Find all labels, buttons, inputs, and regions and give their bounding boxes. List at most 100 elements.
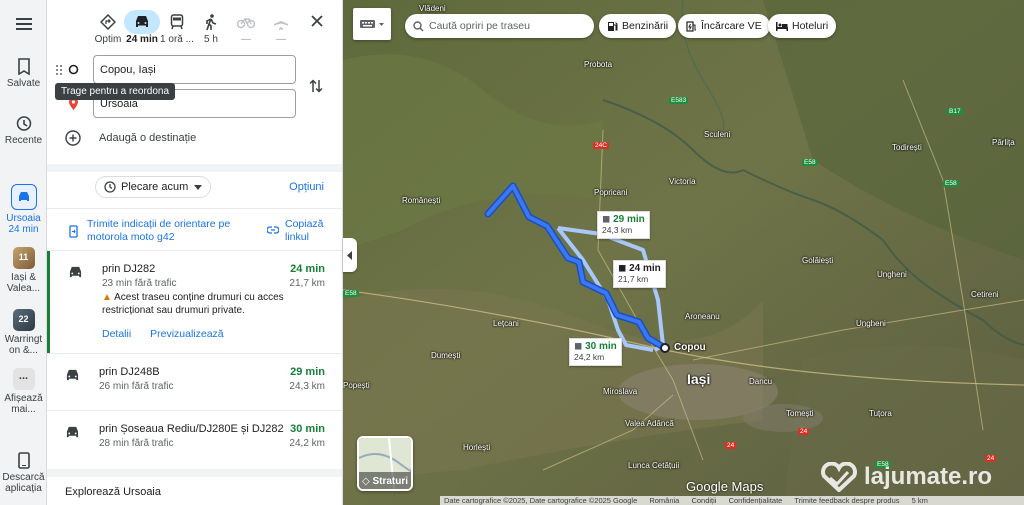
route-option-1[interactable]: prin DJ282 23 min fără trafic 24 min 21,… [47,251,342,353]
input-tools-button[interactable] [353,8,391,40]
send-to-phone-link[interactable]: Trimite indicații de orientare pe motoro… [87,218,230,244]
route-no-traffic: 23 min fără trafic [102,278,177,289]
divider [47,164,342,172]
copy-link-button[interactable]: Copiază linkul [285,218,324,244]
depart-time-dropdown[interactable]: Plecare acum [95,176,212,198]
city-map-label[interactable]: Iași [687,371,710,387]
chip-hotels[interactable]: Hoteluri [768,14,837,38]
footer-feedback-link[interactable]: Trimite feedback despre produs [794,496,899,505]
mode-transit[interactable]: 1 oră ... [159,10,195,45]
place-label: Sculeni [704,130,731,139]
rail-more-button[interactable]: ... Afișează mai... [0,368,47,415]
collapse-panel-button[interactable] [343,238,357,272]
mode-label: — [276,34,286,45]
more-line1: Afișează [4,393,43,404]
route-callout-1[interactable]: ◼ 24 min 21,7 km [613,260,666,288]
car-icon: ◼ [618,263,627,274]
road-shield: 24 [725,442,737,449]
phone-icon [17,452,30,469]
rail-recent-place-2[interactable]: 22 Warringt on &... [0,309,47,356]
road-shield: E583 [669,97,689,104]
place-label: Lețcani [493,319,519,328]
rail-directions-item[interactable]: Ursoaia 24 min [0,184,47,235]
flight-icon [274,15,288,30]
watermark-heart-icon [821,462,857,492]
copy-line1: Copiază [285,218,324,230]
rail-recent-place-1[interactable]: 11 Iași & Valea... [0,247,47,294]
chip-gas-stations[interactable]: Benzinării [599,14,677,38]
recent-button[interactable]: Recente [0,115,47,146]
clock-icon [104,181,116,193]
mode-best[interactable]: Optim [90,10,126,45]
route-no-traffic: 28 min fără trafic [99,438,174,449]
road-shield: E58 [943,180,959,187]
place-badge: 11 [18,252,29,262]
mode-bike[interactable]: — [228,10,264,45]
menu-button[interactable] [0,17,47,34]
callout-time: 24 min [629,263,661,274]
chevron-left-icon [347,250,352,260]
search-along-route[interactable]: Caută opriri pe traseu [405,14,594,38]
road-shield: E58 [343,290,359,297]
recent1-line1: Iași & [10,272,36,283]
road-shield: 24 [985,455,997,462]
swap-icon[interactable] [309,78,323,94]
preview-link[interactable]: Previzualizează [150,328,224,340]
drag-handle-icon[interactable] [55,64,63,76]
place-label: Popricani [594,188,628,197]
map-canvas[interactable]: Vlădeni Probota Sculeni Todirești Pârliț… [343,0,1024,505]
layers-button[interactable]: ◇ Straturi [357,436,413,491]
origin-circle-icon [68,64,79,75]
chip-label: Încărcare VE [701,20,762,32]
bike-icon [237,18,255,29]
saved-button[interactable]: Salvate [0,58,47,89]
recent1-line2: Valea... [6,283,41,294]
origin-input[interactable]: Copou, Iași [93,55,296,84]
layers-label-row: ◇ Straturi [359,476,411,487]
route-option-2[interactable]: prin DJ248B 26 min fără trafic 29 min 24… [47,354,342,410]
download-app-button[interactable]: Descarcă aplicația [0,452,47,494]
close-icon [311,15,323,27]
history-icon [16,116,32,131]
warning-line2: restricționat sau drumuri private. [102,305,245,316]
place-thumbnail: 22 [12,309,35,331]
link-icon [267,226,279,234]
footer-country-link[interactable]: România [649,496,679,505]
bookmark-icon [17,58,30,75]
recent-label: Recente [4,135,43,146]
footer-terms-link[interactable]: Condiții [691,496,716,505]
travel-modes: Optim 24 min 1 oră ... 5 h — — [47,10,342,50]
mode-flight[interactable]: — [263,10,299,45]
mode-label: 1 oră ... [160,34,194,45]
route-option-3[interactable]: prin Șoseaua Rediu/DJ280E și DJ282 28 mi… [47,411,342,467]
options-link[interactable]: Opțiuni [289,181,324,193]
ev-charging-icon [686,20,696,32]
divider [47,469,342,477]
car-icon: ◼ [574,341,583,352]
mode-label: Optim [94,34,122,45]
best-route-icon [100,14,116,30]
route-name: prin Șoseaua Rediu/DJ280E și DJ282 [99,423,284,435]
place-label: Miroslava [603,387,638,396]
origin-map-label[interactable]: Copou [674,342,706,353]
route-callout-2[interactable]: ◼ 29 min 24,3 km [597,211,650,239]
details-link[interactable]: Detalii [102,328,131,340]
mode-walk[interactable]: 5 h [193,10,229,45]
chip-ev-charging[interactable]: Încărcare VE [678,14,770,38]
footer-privacy-link[interactable]: Confidențialitate [729,496,783,505]
route-callout-3[interactable]: ◼ 30 min 24,2 km [569,338,622,366]
map-data-attribution: Date cartografice ©2025, Date cartografi… [444,496,638,505]
route-time: 24 min [290,263,325,275]
more-icon: ... [12,368,35,390]
hotel-icon [776,21,788,31]
route-no-traffic: 26 min fără trafic [99,381,174,392]
explore-destination[interactable]: Explorează Ursoaia [65,486,161,498]
scale-label[interactable]: 5 km [912,496,928,505]
close-directions-button[interactable] [310,14,326,30]
add-destination-button[interactable]: Adaugă o destinație [65,130,196,146]
search-icon [413,20,424,31]
mode-car[interactable]: 24 min [124,10,160,45]
car-icon [66,426,79,438]
place-label: Tuțora [869,409,892,418]
directions-car-icon [10,184,37,210]
